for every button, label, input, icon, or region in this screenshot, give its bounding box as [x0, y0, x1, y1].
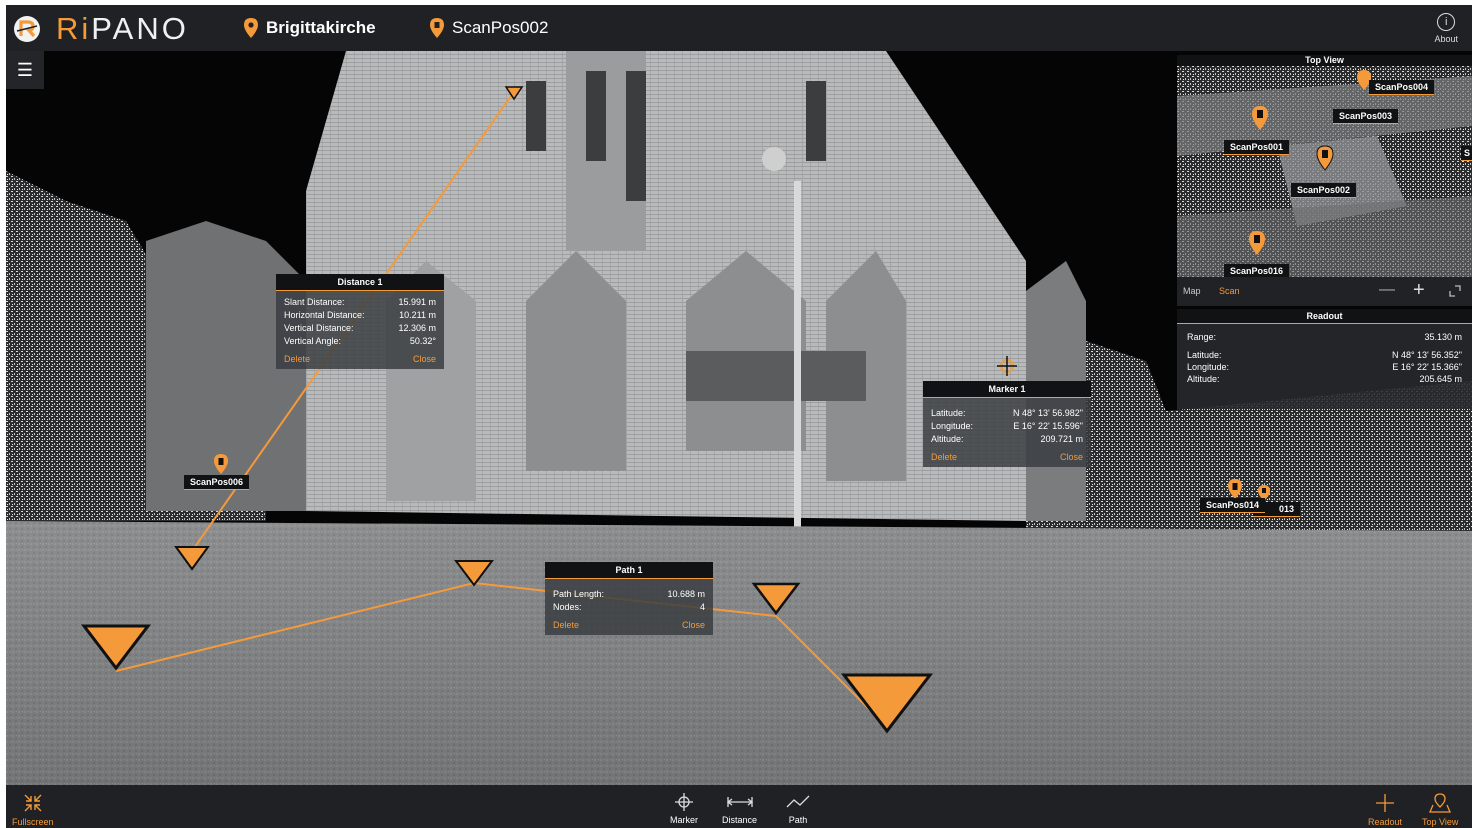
marker-row: Altitude: 209.721 m — [931, 434, 1083, 444]
topview-scanpos-label[interactable]: ScanPos004 — [1369, 80, 1435, 95]
tab-map[interactable]: Map — [1183, 286, 1201, 296]
readout-row: Altitude: 205.645 m — [1187, 374, 1462, 384]
topview-edge-label[interactable]: S — [1461, 146, 1472, 161]
zoom-out-button[interactable]: — — [1379, 281, 1395, 299]
top-view-panel: Top View ScanPos004 ScanPos003 ScanPos00… — [1177, 55, 1472, 306]
marker-tool-label: Marker — [670, 815, 699, 825]
path-delete-button[interactable]: Delete — [553, 620, 579, 630]
tab-scan[interactable]: Scan — [1219, 286, 1240, 296]
top-view-toolbar: Map Scan — + — [1177, 277, 1472, 306]
scanpos-label[interactable]: ScanPos006 — [184, 475, 250, 490]
topview-scanpos-label[interactable]: ScanPos016 — [1224, 264, 1290, 277]
scanpos-breadcrumb[interactable]: ScanPos002 — [430, 18, 548, 38]
readout-toggle-label: Readout — [1368, 817, 1403, 827]
readout-row: Latitude: N 48° 13' 56.352" — [1187, 350, 1462, 360]
distance-tool-label: Distance — [722, 815, 758, 825]
distance-tool-button[interactable]: Distance — [722, 793, 757, 825]
distance-row: Slant Distance: 15.991 m — [284, 297, 436, 307]
project-breadcrumb[interactable]: Brigittakirche — [244, 18, 376, 38]
marker-tool-button[interactable]: Marker — [670, 793, 698, 825]
path-popup-title: Path 1 — [545, 562, 713, 579]
about-button[interactable]: i About — [1434, 13, 1458, 44]
top-view-map[interactable]: ScanPos004 ScanPos003 ScanPos001 ScanPos… — [1177, 66, 1472, 277]
menu-icon: ☰ — [16, 59, 34, 80]
topview-scanpos-label[interactable]: ScanPos002 — [1291, 183, 1357, 198]
readout-range-row: Range: 35.130 m — [1187, 332, 1462, 342]
readout-crosshair-icon — [1376, 794, 1395, 812]
path-row: Nodes: 4 — [553, 602, 705, 612]
distance-row: Horizontal Distance: 10.211 m — [284, 310, 436, 320]
scan-pin-icon — [430, 18, 444, 38]
expand-icon[interactable] — [1449, 285, 1461, 297]
top-view-title: Top View — [1177, 55, 1472, 66]
map-pin-icon — [1429, 793, 1452, 813]
hamburger-menu-button[interactable]: ☰ — [6, 51, 44, 89]
path-icon — [786, 795, 810, 808]
fullscreen-label: Fullscreen — [12, 817, 54, 827]
scanpos-label[interactable]: ScanPos014 — [1200, 498, 1266, 513]
path-tool-button[interactable]: Path — [786, 793, 810, 825]
scanpos-name: ScanPos002 — [452, 18, 549, 37]
fullscreen-icon — [24, 794, 42, 812]
readout-title: Readout — [1177, 309, 1472, 324]
path-close-button[interactable]: Close — [682, 620, 705, 630]
crosshair-icon — [675, 793, 693, 811]
fullscreen-button[interactable]: Fullscreen — [12, 793, 54, 827]
marker-row: Longitude: E 16° 22' 15.596" — [931, 421, 1083, 431]
readout-toggle-button[interactable]: Readout — [1368, 793, 1402, 827]
top-view-toggle-label: Top View — [1422, 817, 1459, 827]
topview-scanpos-label[interactable]: ScanPos003 — [1333, 109, 1399, 124]
distance-popup-title: Distance 1 — [276, 274, 444, 291]
app-logo-text: RiPANO — [56, 11, 189, 47]
logo-prefix: Ri — [56, 11, 92, 46]
ripano-app: RiPANO Brigittakirche ScanPos002 i About — [6, 5, 1472, 828]
marker-popup-title: Marker 1 — [923, 381, 1091, 398]
marker-delete-button[interactable]: Delete — [931, 452, 957, 462]
top-view-pins — [1249, 70, 1371, 255]
info-icon: i — [1437, 13, 1456, 31]
ripano-logo-icon — [14, 16, 40, 42]
readout-panel: Readout Range: 35.130 m Latitude: N 48° 13… — [1177, 309, 1472, 409]
marker-popup: Marker 1 Latitude: N 48° 13' 56.982" Long… — [923, 381, 1091, 467]
path-popup: Path 1 Path Length: 10.688 m Nodes: 4 Dele… — [545, 562, 713, 635]
logo-suffix: PANO — [91, 11, 189, 46]
distance-row: Vertical Distance: 12.306 m — [284, 323, 436, 333]
location-pin-icon — [244, 18, 258, 38]
top-view-toggle-button[interactable]: Top View — [1422, 793, 1458, 827]
path-row: Path Length: 10.688 m — [553, 589, 705, 599]
zoom-in-button[interactable]: + — [1413, 279, 1425, 302]
distance-delete-button[interactable]: Delete — [284, 354, 310, 364]
topview-scanpos-label[interactable]: ScanPos001 — [1224, 140, 1290, 155]
bottom-toolbar: Fullscreen Marker Distance Path Readout … — [6, 785, 1472, 828]
top-bar: RiPANO Brigittakirche ScanPos002 i About — [6, 5, 1472, 51]
panorama-viewport[interactable]: ☰ Distance 1 Slant Distance: 15.991 m Hor… — [6, 51, 1472, 785]
about-label: About — [1434, 34, 1458, 44]
distance-icon — [726, 797, 753, 807]
marker-row: Latitude: N 48° 13' 56.982" — [931, 408, 1083, 418]
distance-popup: Distance 1 Slant Distance: 15.991 m Horiz… — [276, 274, 444, 369]
distance-row: Vertical Angle: 50.32° — [284, 336, 436, 346]
readout-row: Longitude: E 16° 22' 15.366" — [1187, 362, 1462, 372]
project-name: Brigittakirche — [266, 18, 376, 37]
distance-close-button[interactable]: Close — [413, 354, 436, 364]
marker-close-button[interactable]: Close — [1060, 452, 1083, 462]
path-tool-label: Path — [788, 815, 808, 825]
